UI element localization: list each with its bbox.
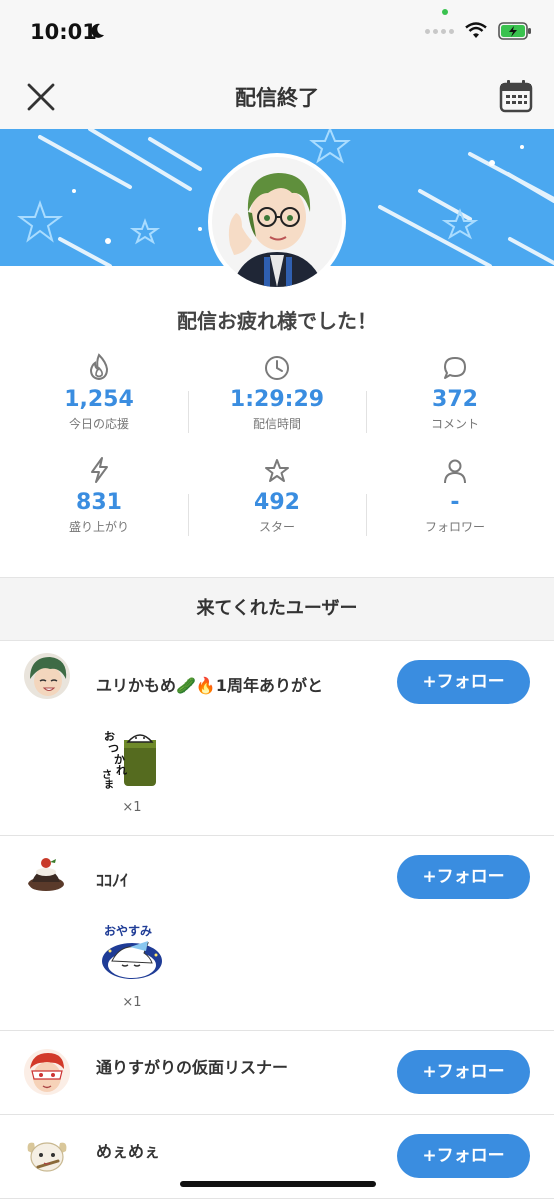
avatar[interactable]	[24, 1133, 70, 1179]
signal-icon	[425, 28, 454, 34]
user-avatar-image	[24, 848, 70, 894]
user-name: めぇめぇ	[96, 1142, 161, 1161]
status-time: 10:01	[30, 20, 97, 44]
stat-duration: 1:29:29 配信時間	[188, 345, 366, 448]
lightning-icon	[91, 457, 108, 483]
stat-value: 1,254	[64, 387, 134, 412]
stat-label: フォロワー	[424, 520, 485, 534]
star-icon	[265, 459, 289, 482]
stat-label: 今日の応援	[68, 417, 129, 431]
clock-icon	[265, 356, 289, 380]
streamer-avatar	[208, 153, 346, 291]
stats-grid: 1,254 今日の応援 1:29:29 配信時間 372 コメント 831 盛り…	[10, 345, 544, 551]
stat-label: スター	[258, 520, 295, 534]
stat-followers: - フォロワー	[366, 448, 544, 551]
follow-button[interactable]: +フォロー	[397, 1134, 530, 1178]
gift-count: ×1	[122, 995, 142, 1010]
follow-button[interactable]: +フォロー	[397, 855, 530, 899]
stat-value: 492	[254, 490, 300, 515]
user-name: ユリかもめ🥒🔥1周年ありがと	[96, 676, 323, 695]
list-item[interactable]: 通りすがりの仮面リスナー +フォロー	[0, 1031, 554, 1115]
stat-label: 配信時間	[252, 417, 301, 431]
home-indicator[interactable]	[180, 1181, 376, 1187]
stat-label: コメント	[430, 417, 479, 431]
moon-icon	[91, 23, 104, 38]
stat-value: 372	[432, 387, 478, 412]
flame-icon	[89, 353, 109, 381]
avatar[interactable]	[24, 848, 70, 894]
stat-value: 1:29:29	[229, 387, 325, 412]
stat-cheers: 1,254 今日の応援	[10, 345, 188, 448]
svg-text:れ: れ	[116, 764, 127, 777]
svg-text:おやすみ: おやすみ	[104, 924, 152, 938]
nav-bar: 配信終了	[0, 66, 554, 129]
user-name: ｺｺﾉｲ	[96, 871, 129, 890]
visitor-list: ユリかもめ🥒🔥1周年ありがと +フォロー お つ か れ さ ま ×1 ｺｺﾉｲ…	[0, 641, 554, 1199]
person-icon	[444, 459, 466, 484]
thanks-message: 配信お疲れ様でした！	[177, 309, 377, 333]
status-icons	[425, 22, 532, 40]
user-avatar-image	[24, 1049, 70, 1095]
gift-sticker: おやすみ	[102, 924, 162, 979]
battery-icon	[498, 22, 531, 40]
stat-stars: 492 スター	[188, 448, 366, 551]
gift-count: ×1	[122, 800, 142, 815]
privacy-indicator	[442, 9, 448, 15]
stat-value: 831	[76, 490, 122, 515]
user-avatar-image	[24, 653, 70, 699]
follow-button[interactable]: +フォロー	[397, 1050, 530, 1094]
follow-button[interactable]: +フォロー	[397, 660, 530, 704]
user-name: 通りすがりの仮面リスナー	[96, 1058, 289, 1077]
gift-sticker: お つ か れ さ ま	[102, 730, 156, 790]
comment-icon	[444, 357, 466, 379]
list-item[interactable]: ユリかもめ🥒🔥1周年ありがと +フォロー お つ か れ さ ま ×1	[0, 641, 554, 836]
visitors-section-title: 来てくれたユーザー	[0, 577, 554, 641]
stat-value: -	[450, 490, 460, 515]
stat-excitement: 831 盛り上がり	[10, 448, 188, 551]
calendar-icon[interactable]	[498, 78, 534, 114]
status-bar: 10:01	[0, 0, 554, 66]
stat-comments: 372 コメント	[366, 345, 544, 448]
streamer-avatar-image	[212, 157, 342, 287]
page-title: 配信終了	[235, 86, 319, 110]
wifi-icon	[465, 22, 487, 38]
user-avatar-image	[24, 1133, 70, 1179]
avatar[interactable]	[24, 1049, 70, 1095]
list-item[interactable]: ｺｺﾉｲ +フォロー おやすみ ×1	[0, 836, 554, 1031]
avatar[interactable]	[24, 653, 70, 699]
stat-label: 盛り上がり	[68, 520, 129, 534]
svg-text:ま: ま	[104, 779, 114, 790]
